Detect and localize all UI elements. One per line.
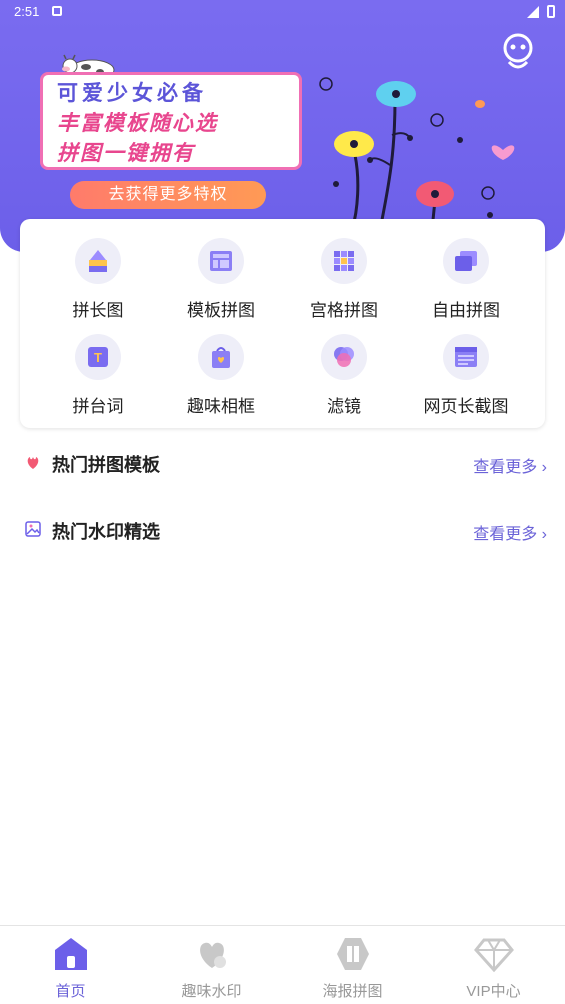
tool-filter[interactable]: 滤镜 bbox=[284, 334, 404, 417]
promo-line-2: 丰富模板随心选 bbox=[57, 112, 218, 135]
fun-watermark-icon bbox=[199, 942, 226, 968]
promo-line-3: 拼图一键拥有 bbox=[57, 142, 195, 165]
free-collage-icon bbox=[443, 238, 489, 284]
tools-grid: 拼长图 模板拼图 宫格拼图 自由拼图 T 拼台词 趣味相框 滤镜 网页长截图 bbox=[20, 219, 545, 428]
promo-line-1: 可爱少女必备 bbox=[57, 82, 207, 105]
tool-label: 模板拼图 bbox=[187, 301, 255, 320]
bottom-navigation: 首页 趣味水印 海报拼图 VIP中心 bbox=[0, 925, 565, 1004]
hero-banner[interactable]: 可爱少女必备 丰富模板随心选 拼图一键拥有 去获得更多特权 bbox=[0, 0, 565, 252]
tool-label: 拼长图 bbox=[72, 301, 124, 320]
tool-free-collage[interactable]: 自由拼图 bbox=[406, 238, 526, 321]
section-hot-templates: 热门拼图模板 查看更多 › bbox=[0, 445, 565, 479]
filter-icon bbox=[321, 334, 367, 380]
nav-label-home: 首页 bbox=[55, 983, 86, 1000]
tool-webpage-screenshot[interactable]: 网页长截图 bbox=[406, 334, 526, 417]
battery-icon bbox=[547, 5, 555, 18]
tool-label: 自由拼图 bbox=[432, 301, 500, 320]
long-stitch-icon bbox=[75, 238, 121, 284]
promo-card: 可爱少女必备 丰富模板随心选 拼图一键拥有 bbox=[40, 72, 302, 170]
svg-text:T: T bbox=[94, 350, 102, 365]
status-bar: 2:51 bbox=[0, 0, 565, 24]
signal-icon bbox=[527, 6, 539, 18]
tool-template-collage[interactable]: 模板拼图 bbox=[161, 238, 281, 321]
tool-label: 滤镜 bbox=[327, 397, 361, 416]
tool-long-stitch[interactable]: 拼长图 bbox=[38, 238, 158, 321]
home-icon bbox=[54, 938, 87, 970]
nav-label-vip-center: VIP中心 bbox=[466, 983, 521, 1000]
tool-label: 宫格拼图 bbox=[310, 301, 378, 320]
tool-subtitle-stitch[interactable]: T 拼台词 bbox=[38, 334, 158, 417]
robot-service-icon[interactable] bbox=[501, 32, 535, 72]
nav-vip-center[interactable]: VIP中心 bbox=[423, 926, 564, 1004]
nav-label-poster-collage: 海报拼图 bbox=[322, 983, 383, 1000]
vip-diamond-icon bbox=[473, 938, 514, 973]
template-collage-icon bbox=[198, 238, 244, 284]
view-more-templates-link[interactable]: 查看更多 › bbox=[473, 453, 547, 477]
nav-fun-watermark[interactable]: 趣味水印 bbox=[141, 926, 282, 1004]
tool-fun-frame[interactable]: 趣味相框 bbox=[161, 334, 281, 417]
nav-home[interactable]: 首页 bbox=[0, 926, 141, 1004]
nav-label-fun-watermark: 趣味水印 bbox=[181, 983, 242, 1000]
section-title: 热门拼图模板 bbox=[52, 455, 160, 475]
notification-icon bbox=[52, 6, 62, 16]
hot-template-icon bbox=[27, 457, 39, 469]
webpage-screenshot-icon bbox=[443, 334, 489, 380]
tool-label: 网页长截图 bbox=[423, 397, 509, 416]
section-title: 热门水印精选 bbox=[52, 522, 160, 542]
poster-collage-icon bbox=[336, 938, 369, 970]
watermark-icon bbox=[25, 521, 41, 537]
tool-grid-collage[interactable]: 宫格拼图 bbox=[284, 238, 404, 321]
tool-label: 拼台词 bbox=[72, 397, 124, 416]
get-privilege-button[interactable]: 去获得更多特权 bbox=[70, 181, 266, 209]
section-hot-watermarks: 热门水印精选 查看更多 › bbox=[0, 512, 565, 546]
view-more-watermarks-link[interactable]: 查看更多 › bbox=[473, 520, 547, 544]
fun-frame-icon bbox=[198, 334, 244, 380]
grid-collage-icon bbox=[321, 238, 367, 284]
subtitle-stitch-icon: T bbox=[75, 334, 121, 380]
nav-poster-collage[interactable]: 海报拼图 bbox=[282, 926, 423, 1004]
flower-decoration-icon bbox=[319, 77, 515, 230]
status-time: 2:51 bbox=[14, 4, 40, 19]
tool-label: 趣味相框 bbox=[187, 397, 255, 416]
